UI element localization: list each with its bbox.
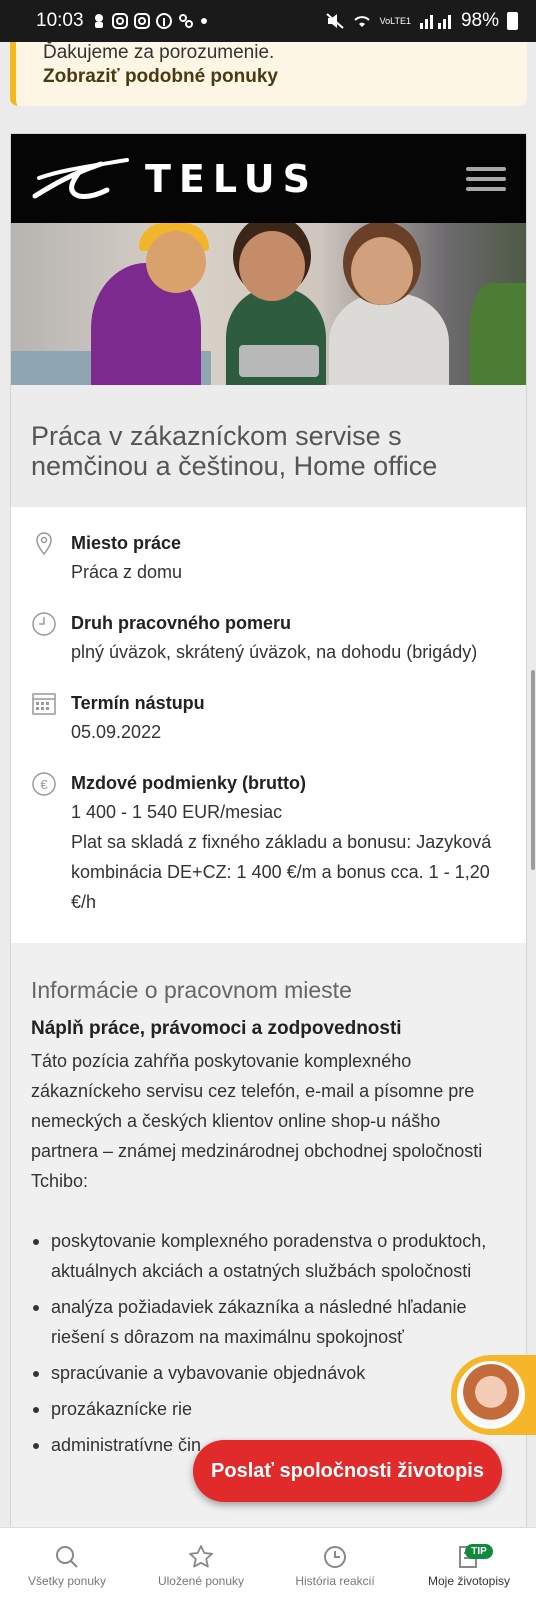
nav-label: História reakcií [295,1574,375,1588]
detail-employment-type: Druh pracovného pomeru plný úväzok, skrá… [31,609,506,667]
menu-icon[interactable] [466,166,506,191]
list-item: poskytovanie komplexného poradenstva o p… [31,1226,506,1286]
similar-offers-link[interactable]: Zobraziť podobné ponuky [43,64,527,90]
instagram-icon [111,13,128,29]
notification-icon [94,14,103,28]
tip-badge: TIP [465,1544,493,1559]
battery-icon [507,12,518,30]
instagram-icon [133,13,150,29]
nav-all-offers[interactable]: Všetky ponuky [0,1528,134,1600]
detail-value: Práca z domu [71,562,183,582]
responsibilities-title: Náplň práce, právomoci a zodpovednosti [31,1018,402,1039]
status-notification-icons [92,13,208,29]
nav-label: Moje životopisy [427,1574,511,1588]
clock-icon [31,609,71,667]
nav-saved-offers[interactable]: Uložené ponuky [134,1528,268,1600]
signal-icon [419,15,451,29]
detail-value: plný úväzok, skrátený úväzok, na dohodu … [71,642,478,662]
assistant-avatar-button[interactable] [451,1355,536,1435]
page-scrollbar[interactable] [531,670,535,870]
detail-value: 05.09.2022 [71,722,162,742]
list-item: prozákaznícke rie [31,1394,506,1424]
detail-start-date: Termín nástupu 05.09.2022 [31,689,506,747]
euro-icon: € [31,769,71,917]
nav-reaction-history[interactable]: História reakcií [268,1528,402,1600]
job-card: TELUS Práca v zákazníckom servise s nemč… [10,133,527,1528]
bottom-navigation: Všetky ponuky Uložené ponuky História re… [0,1527,536,1600]
send-cv-button[interactable]: Poslať spoločnosti životopis [193,1440,502,1502]
nav-label: Všetky ponuky [27,1574,107,1588]
detail-label: Miesto práce [71,533,182,553]
star-icon [189,1545,213,1568]
telus-logo-mark-icon [32,157,129,199]
status-bar: 10:03 VoLTE1 98% [0,0,536,42]
notice-banner: Ďakujeme za porozumenie. Zobraziť podobn… [10,42,527,106]
job-details: Miesto práce Práca z domu Druh pracovnéh… [11,507,526,943]
list-item: spracúvanie a vybavovanie objednávok [31,1358,506,1388]
status-time: 10:03 [36,10,84,31]
notice-text: Ďakujeme za porozumenie. [43,42,275,63]
nav-label: Uložené ponuky [157,1574,245,1588]
avatar [457,1361,525,1429]
company-header: TELUS [11,134,526,223]
mute-icon [325,13,344,29]
network-type: VoLTE1 [379,16,411,26]
detail-value: 1 400 - 1 540 EUR/mesiac [71,802,283,822]
hero-image [11,223,526,385]
fan-icon [178,14,193,28]
job-title: Práca v zákazníckom servise s nemčinou a… [31,421,438,481]
dot-icon [200,18,207,24]
responsibilities-paragraph: Táto pozícia zahŕňa poskytovanie komplex… [31,1051,483,1191]
detail-label: Druh pracovného pomeru [71,613,292,633]
nav-my-cvs[interactable]: TIP Moje životopisy [402,1528,536,1600]
company-logo[interactable]: TELUS [31,156,318,202]
detail-label: Termín nástupu [71,693,205,713]
info-title: Informácie o pracovnom mieste [31,977,352,1003]
calendar-icon [31,689,71,747]
salary-note: Plat sa skladá z fixného základu a bonus… [71,832,492,912]
wifi-icon [353,16,370,27]
search-icon [56,1546,78,1568]
facebook-icon [155,13,172,29]
detail-location: Miesto práce Práca z domu [31,529,506,587]
detail-label: Mzdové podmienky (brutto) [71,773,306,793]
clock-icon [324,1546,346,1568]
detail-salary: € Mzdové podmienky (brutto) 1 400 - 1 54… [31,769,506,917]
location-pin-icon [31,529,71,587]
logo-text: TELUS [145,156,318,201]
status-right: VoLTE1 98% [325,10,518,32]
job-title-area: Práca v zákazníckom servise s nemčinou a… [11,385,526,507]
list-item: analýza požiadaviek zákazníka a následné… [31,1292,506,1352]
battery-percent: 98% [460,10,499,31]
responsibilities-list: poskytovanie komplexného poradenstva o p… [31,1226,506,1460]
svg-text:€: € [40,777,48,792]
